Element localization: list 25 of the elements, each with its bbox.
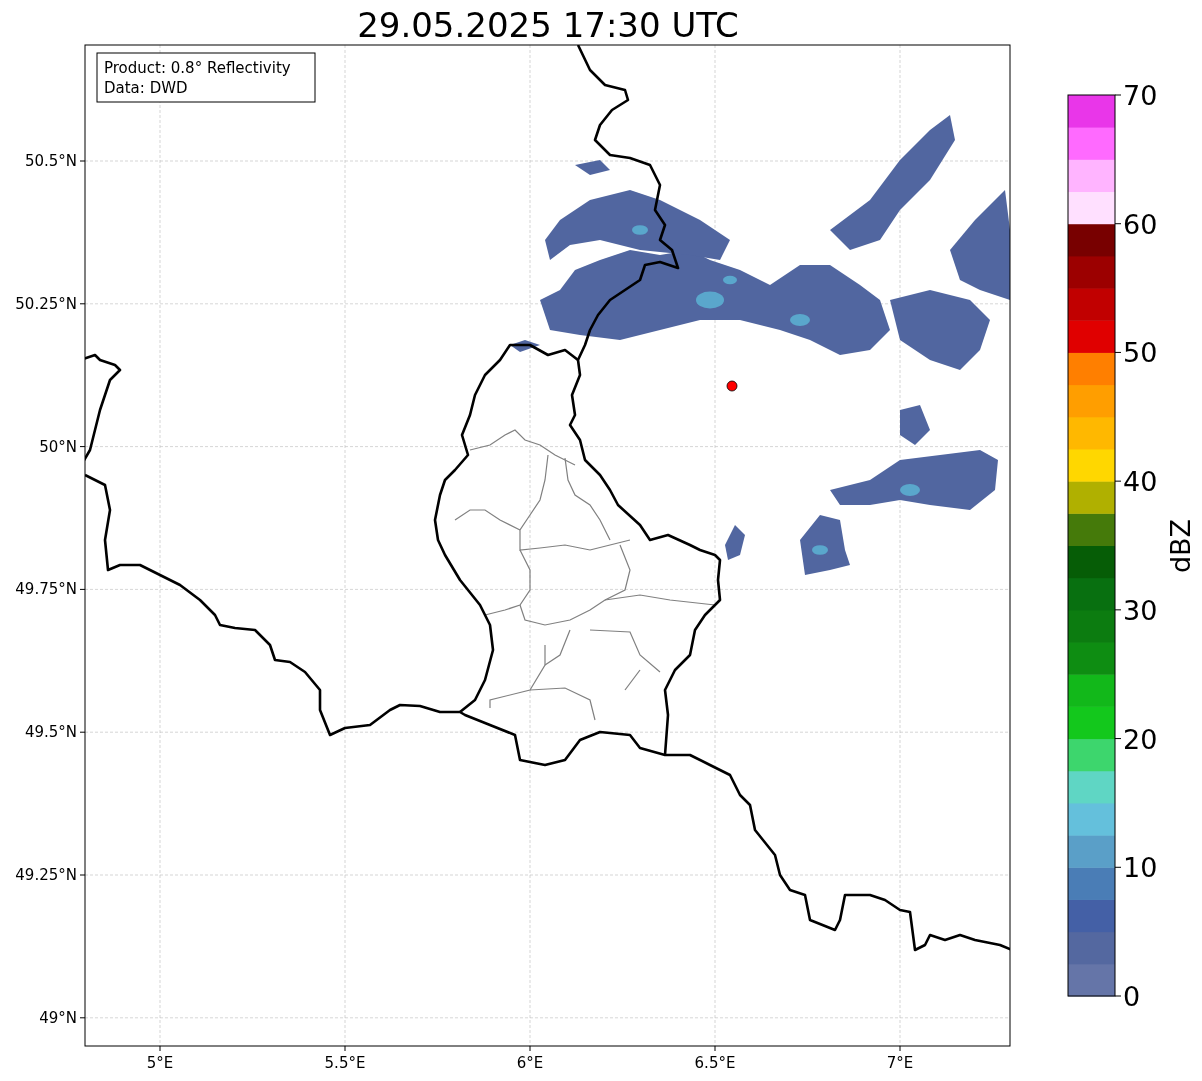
- colorbar-tick-label: 30: [1123, 594, 1158, 626]
- axis-tick-label: 50.25°N: [15, 294, 77, 313]
- axis-tick-label: 49°N: [39, 1008, 77, 1027]
- colorbar-tick-label: 60: [1123, 208, 1158, 240]
- axis-tick-label: 5°E: [146, 1054, 174, 1072]
- colorbar-tick-label: 10: [1123, 852, 1158, 884]
- colorbar-tick-label: 40: [1123, 466, 1158, 498]
- axis-tick-label: 49.5°N: [24, 723, 77, 742]
- radar-site-marker: [726, 380, 738, 392]
- colorbar-tick-label: 0: [1123, 981, 1141, 1012]
- chart-title: 29.05.2025 17:30 UTC: [357, 5, 739, 45]
- colorbar-label: dBZ: [1165, 518, 1196, 574]
- axis-tick-label: 6.5°E: [694, 1054, 736, 1072]
- axis-tick-label: 49.25°N: [15, 866, 77, 884]
- colorbar-tick-label: 70: [1123, 80, 1158, 111]
- axis-tick-label: 5.5°E: [324, 1054, 366, 1072]
- info-text: Product: 0.8° Reflectivity: [104, 59, 291, 77]
- axis-tick-label: 49.75°N: [15, 580, 77, 599]
- axis-tick-label: 6°E: [516, 1054, 544, 1072]
- axis-tick-label: 50°N: [39, 437, 77, 456]
- axis-tick-label: 7°E: [886, 1054, 914, 1072]
- colorbar-tick-label: 20: [1123, 723, 1158, 755]
- colorbar-tick-label: 50: [1123, 337, 1158, 369]
- info-text: Data: DWD: [104, 79, 188, 97]
- axis-tick-label: 50.5°N: [24, 152, 77, 170]
